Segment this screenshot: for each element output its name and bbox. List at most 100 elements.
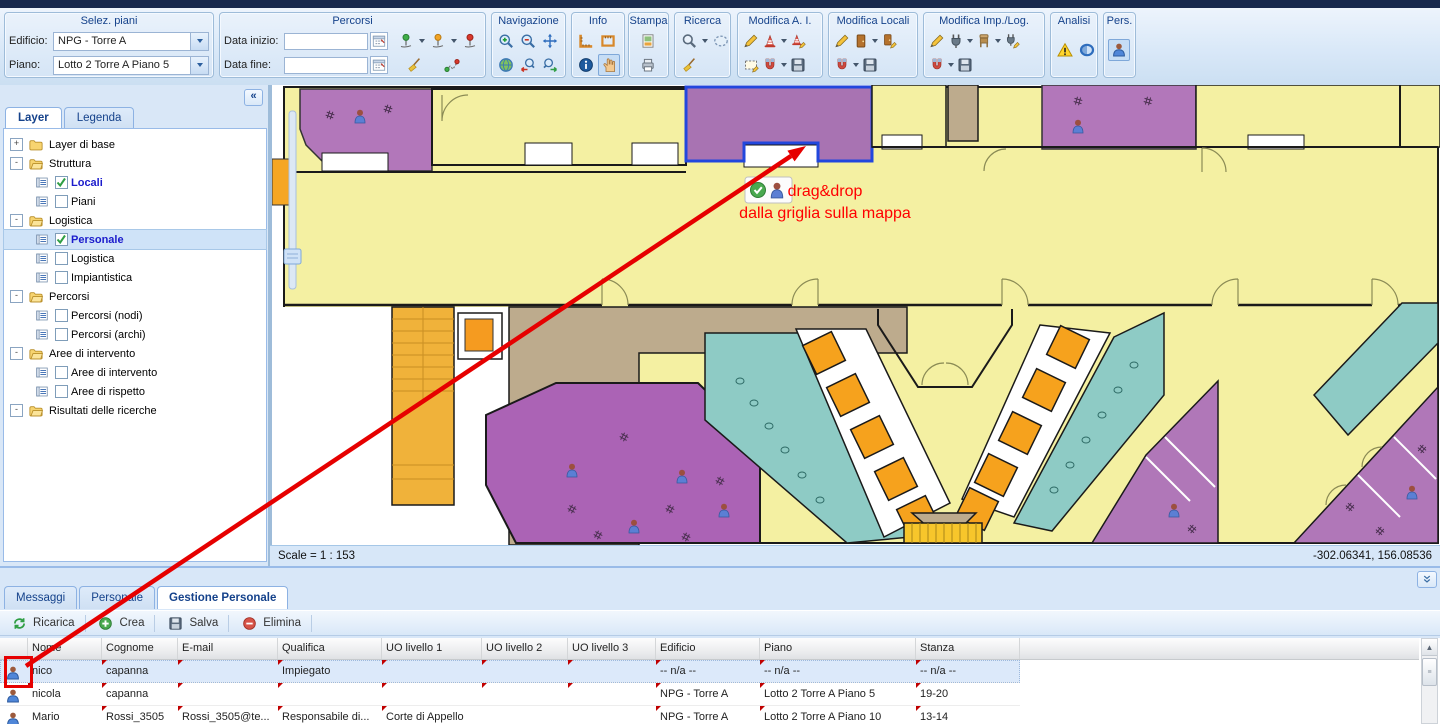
data-inizio-input[interactable] [284,33,368,50]
checkbox-unchecked[interactable] [55,271,68,284]
chevron-down-icon[interactable] [451,39,457,43]
cell-cognome[interactable]: capanna [102,683,178,705]
chevron-down-icon[interactable] [419,39,425,43]
info-icon[interactable] [576,55,596,75]
table-row[interactable]: Mario Rossi_3505 Rossi_3505@te... Respon… [0,706,1020,724]
checkbox-unchecked[interactable] [55,366,68,379]
door-icon[interactable] [852,32,870,50]
cone-edit-icon[interactable] [789,32,807,50]
piano-select[interactable]: Lotto 2 Torre A Piano 5 [53,56,209,75]
header-qualifica[interactable]: Qualifica [278,638,382,659]
snap-icon[interactable] [928,56,946,74]
cell-email[interactable] [178,660,278,682]
search-icon[interactable] [679,31,699,51]
cell-piano[interactable]: Lotto 2 Torre A Piano 5 [760,683,916,705]
tree-item-risultati-ricerche[interactable]: - Risultati delle ricerche [4,401,266,420]
table-row[interactable]: nicola capanna NPG - Torre A Lotto 2 Tor… [0,683,1020,706]
cell-cognome[interactable]: capanna [102,660,178,682]
data-fine-input[interactable] [284,57,368,74]
cell-email[interactable]: Rossi_3505@te... [178,706,278,724]
chevron-down-icon[interactable] [702,39,708,43]
pan-icon[interactable] [540,31,560,51]
zoom-out-icon[interactable] [518,31,538,51]
chevron-down-icon[interactable] [190,33,208,50]
door-edit-icon[interactable] [880,32,898,50]
expand-icon[interactable]: + [10,138,23,151]
tree-item-percorsi-nodi[interactable]: Percorsi (nodi) [4,306,266,325]
cell-nome[interactable]: Mario [28,706,102,724]
scroll-up-icon[interactable]: ▲ [1422,639,1437,656]
plug-icon[interactable] [947,32,965,50]
person-icon[interactable] [4,711,22,724]
cell-uo2[interactable] [482,706,568,724]
floorplan-map[interactable] [272,85,1440,545]
expand-icon[interactable]: - [10,347,23,360]
chevron-down-icon[interactable] [872,39,878,43]
edificio-select[interactable]: NPG - Torre A [53,32,209,51]
crea-button[interactable]: Crea [91,611,150,635]
tab-layer[interactable]: Layer [5,107,62,129]
checkbox-unchecked[interactable] [55,309,68,322]
header-icon-column[interactable] [0,638,28,659]
tree-item-aree-di-rispetto[interactable]: Aree di rispetto [4,382,266,401]
header-uo3[interactable]: UO livello 3 [568,638,656,659]
tree-item-logistica-folder[interactable]: - Logistica [4,211,266,230]
cell-uo3[interactable] [568,660,656,682]
checkbox-unchecked[interactable] [55,195,68,208]
cell-uo1[interactable] [382,660,482,682]
person-icon[interactable] [1108,39,1130,61]
measure-length-icon[interactable] [576,31,596,51]
end-pin-icon[interactable] [428,31,448,51]
salva-button[interactable]: Salva [160,611,223,635]
tab-gestione-personale[interactable]: Gestione Personale [157,586,288,609]
header-nome[interactable]: Nome [28,638,102,659]
checkbox-unchecked[interactable] [55,252,68,265]
chevron-down-icon[interactable] [995,39,1001,43]
plug-edit-icon[interactable] [1003,32,1021,50]
tab-legenda[interactable]: Legenda [64,107,135,129]
zoom-slider-handle[interactable] [284,249,301,264]
chevron-down-icon[interactable] [190,57,208,74]
cell-qualifica[interactable] [278,683,382,705]
cone-icon[interactable] [761,32,779,50]
cell-nome[interactable]: nico [28,660,102,682]
edit-icon[interactable] [928,32,946,50]
checkbox-unchecked[interactable] [55,385,68,398]
panel-collapse-button[interactable] [1417,571,1437,588]
cell-stanza[interactable]: -- n/a -- [916,660,1020,682]
tab-messaggi[interactable]: Messaggi [4,586,77,609]
cell-nome[interactable]: nicola [28,683,102,705]
cell-uo2[interactable] [482,683,568,705]
checkbox-checked[interactable] [55,176,68,189]
hand-icon[interactable] [598,54,620,76]
person-icon[interactable] [4,665,22,681]
cell-uo2[interactable] [482,660,568,682]
warning-icon[interactable] [1055,40,1075,60]
expand-icon[interactable]: - [10,214,23,227]
header-stanza[interactable]: Stanza [916,638,1020,659]
table-row[interactable]: nico capanna Impiegato -- n/a -- -- n/a … [0,660,1020,683]
cell-edificio[interactable]: -- n/a -- [656,660,760,682]
chevron-down-icon[interactable] [948,63,954,67]
tree-item-logistica-layer[interactable]: Logistica [4,249,266,268]
sidebar-collapse-button[interactable]: « [244,89,263,106]
cell-stanza[interactable]: 13-14 [916,706,1020,724]
cell-uo1[interactable] [382,683,482,705]
furniture-icon[interactable] [975,32,993,50]
clear-route-icon[interactable] [404,55,424,75]
cell-qualifica[interactable]: Responsabile di... [278,706,382,724]
header-uo1[interactable]: UO livello 1 [382,638,482,659]
header-email[interactable]: E-mail [178,638,278,659]
measure-area-icon[interactable] [598,31,618,51]
save-icon[interactable] [956,56,974,74]
tree-item-impiantistica[interactable]: Impiantistica [4,268,266,287]
cell-uo3[interactable] [568,683,656,705]
snap-icon[interactable] [833,56,851,74]
edit-icon[interactable] [833,32,851,50]
save-icon[interactable] [789,56,807,74]
calendar-icon[interactable] [370,56,388,74]
tree-item-locali[interactable]: Locali [4,173,266,192]
ricarica-button[interactable]: Ricarica [4,611,80,635]
checkbox-checked[interactable] [55,233,68,246]
cell-edificio[interactable]: NPG - Torre A [656,706,760,724]
